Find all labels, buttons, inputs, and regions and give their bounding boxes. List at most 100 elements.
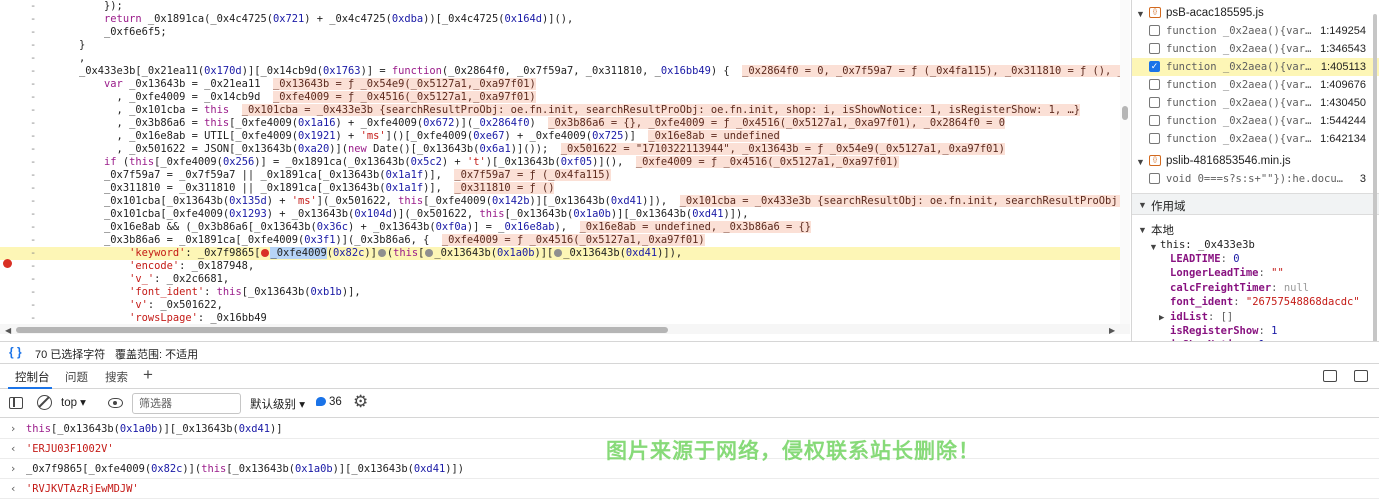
- code-line[interactable]: - }: [0, 39, 1130, 52]
- breakpoint-row[interactable]: function _0x2aea(){var… 1:544244: [1132, 112, 1379, 130]
- context-selector[interactable]: top ▾: [61, 395, 86, 409]
- close-drawer-icon[interactable]: [1354, 370, 1368, 382]
- line-gutter-mark[interactable]: -: [30, 143, 42, 156]
- breakpoint-checkbox[interactable]: [1149, 173, 1160, 184]
- line-gutter-mark[interactable]: -: [30, 208, 42, 221]
- line-gutter-mark[interactable]: -: [30, 65, 42, 78]
- scope-local-label[interactable]: 本地: [1151, 222, 1174, 238]
- line-gutter-mark[interactable]: -: [30, 195, 42, 208]
- scope-property-row[interactable]: isRegisterShow: 1: [1170, 325, 1278, 337]
- code-line[interactable]: - _0x433e3b[_0x21ea11(0x170d)][_0x14cb9d…: [0, 65, 1130, 78]
- code-line[interactable]: - ,: [0, 52, 1130, 65]
- code-line[interactable]: - 'v_': _0x2c6681,: [0, 273, 1130, 286]
- scope-property-row[interactable]: font_ident: "26757548868dacdc": [1170, 296, 1360, 308]
- breakpoint-row[interactable]: function _0x2aea(){var… 1:642134: [1132, 130, 1379, 148]
- code-line[interactable]: - _0x101cba[_0xfe4009(0x1293) + _0x13643…: [0, 208, 1130, 221]
- line-gutter-mark[interactable]: -: [30, 39, 42, 52]
- code-line[interactable]: - , _0x3b86a6 = this[_0xfe4009(0x1a16) +…: [0, 117, 1130, 130]
- line-gutter-mark[interactable]: -: [30, 117, 42, 130]
- inline-breakpoint-dot[interactable]: [377, 249, 386, 257]
- line-gutter-mark[interactable]: -: [30, 221, 42, 234]
- code-line[interactable]: - 'font_ident': this[_0x13643b(0xb1b)],: [0, 286, 1130, 299]
- breakpoint-checkbox[interactable]: [1149, 25, 1160, 36]
- live-expression-eye-icon[interactable]: [108, 398, 123, 408]
- scroll-left-arrow-icon[interactable]: ◀: [5, 326, 11, 335]
- code-line[interactable]: - 'encode': _0x187948,: [0, 260, 1130, 273]
- line-gutter-mark[interactable]: -: [30, 26, 42, 39]
- log-level-selector[interactable]: 默认级别 ▾: [250, 396, 305, 412]
- line-gutter-mark[interactable]: -: [30, 182, 42, 195]
- scope-this-row[interactable]: this: _0x433e3b: [1160, 239, 1255, 251]
- code-line[interactable]: - , _0x16e8ab = UTIL[_0xfe4009(0x1921) +…: [0, 130, 1130, 143]
- breakpoint-checkbox[interactable]: [1149, 97, 1160, 108]
- expand-arrow-icon[interactable]: ▶: [1159, 313, 1164, 323]
- code-line[interactable]: - , _0x101cba = this _0x101cba = _0x433e…: [0, 104, 1130, 117]
- code-line[interactable]: - , _0x501622 = JSON[_0x13643b(0xa20)](n…: [0, 143, 1130, 156]
- scope-property-row[interactable]: LEADTIME: 0: [1170, 253, 1240, 265]
- filter-input[interactable]: [132, 393, 241, 414]
- line-gutter-mark[interactable]: -: [30, 0, 42, 13]
- tab-search[interactable]: 搜索: [105, 369, 128, 385]
- line-gutter-mark[interactable]: -: [30, 299, 42, 312]
- paused-code-line[interactable]: - 'keyword': _0x7f9865[_0xfe4009(0x82c)]…: [0, 247, 1130, 260]
- breakpoint-row[interactable]: ✓ function _0x2aea(){var… 1:405113: [1132, 58, 1379, 76]
- scope-property-row[interactable]: ▶ idList: []: [1159, 311, 1233, 323]
- code-line[interactable]: - var _0x13643b = _0x21ea11 _0x13643b = …: [0, 78, 1130, 91]
- line-gutter-mark[interactable]: -: [30, 169, 42, 182]
- console-sidebar-toggle-icon[interactable]: [9, 397, 23, 409]
- sidebar-scroll-thumb[interactable]: [1373, 14, 1377, 350]
- code-line[interactable]: - _0xf6e6f5;: [0, 26, 1130, 39]
- inline-breakpoint-dot[interactable]: [554, 249, 563, 257]
- breakpoint-checkbox[interactable]: ✓: [1149, 61, 1160, 72]
- code-line[interactable]: - _0x3b86a6 = _0x1891ca[_0xfe4009(0x3f1)…: [0, 234, 1130, 247]
- breakpoint-file-name[interactable]: psB-acac185595.js: [1166, 7, 1264, 19]
- line-gutter-mark[interactable]: -: [30, 130, 42, 143]
- breakpoint-row[interactable]: function _0x2aea(){var… 1:409676: [1132, 76, 1379, 94]
- pretty-print-button[interactable]: { }: [9, 345, 22, 359]
- scope-section-header[interactable]: ▼ 作用域: [1132, 193, 1379, 215]
- expand-arrow-icon[interactable]: ▼: [1136, 9, 1145, 19]
- line-gutter-mark[interactable]: -: [30, 104, 42, 117]
- code-line[interactable]: - _0x7f59a7 = _0x7f59a7 || _0x1891ca[_0x…: [0, 169, 1130, 182]
- expand-arrow-icon[interactable]: ▼: [1138, 225, 1147, 235]
- breakpoint-checkbox[interactable]: [1149, 43, 1160, 54]
- issues-badge[interactable]: 36: [316, 396, 342, 408]
- line-gutter-mark[interactable]: -: [30, 247, 42, 260]
- line-gutter-mark[interactable]: -: [30, 273, 42, 286]
- add-tab-icon[interactable]: +: [143, 365, 153, 385]
- code-line[interactable]: - , _0xfe4009 = _0x14cb9d _0xfe4009 = ƒ …: [0, 91, 1130, 104]
- expand-arrow-icon[interactable]: ▼: [1149, 242, 1158, 252]
- editor-horizontal-scroll-thumb[interactable]: [16, 327, 668, 333]
- line-gutter-mark[interactable]: -: [30, 91, 42, 104]
- code-line[interactable]: - _0x16e8ab && (_0x3b86a6[_0x13643b(0x36…: [0, 221, 1130, 234]
- breakpoint-row[interactable]: function _0x2aea(){var… 1:430450: [1132, 94, 1379, 112]
- line-gutter-mark[interactable]: -: [30, 286, 42, 299]
- breakpoint-marker[interactable]: [3, 259, 12, 268]
- code-line[interactable]: - 'v': _0x501622,: [0, 299, 1130, 312]
- line-gutter-mark[interactable]: -: [30, 260, 42, 273]
- editor-vertical-scroll-thumb[interactable]: [1122, 106, 1128, 120]
- clear-console-icon[interactable]: [37, 395, 52, 410]
- line-gutter-mark[interactable]: -: [30, 13, 42, 26]
- code-line[interactable]: - return _0x1891ca(_0x4c4725(0x721) + _0…: [0, 13, 1130, 26]
- tab-issues[interactable]: 问题: [65, 369, 88, 385]
- console-result-message[interactable]: ‹ 'RVJKVTAzRjEwMDJW': [0, 479, 1379, 499]
- line-gutter-mark[interactable]: -: [30, 78, 42, 91]
- scroll-right-arrow-icon[interactable]: ▶: [1109, 326, 1115, 335]
- code-editor[interactable]: - }); - return _0x1891ca(_0x4c4725(0x721)…: [0, 0, 1130, 328]
- code-line[interactable]: - if (this[_0xfe4009(0x256)] = _0x1891ca…: [0, 156, 1130, 169]
- tab-console[interactable]: 控制台: [15, 369, 50, 385]
- code-line[interactable]: - _0x101cba[_0x13643b(0x135d) + 'ms'](_0…: [0, 195, 1130, 208]
- line-gutter-mark[interactable]: -: [30, 234, 42, 247]
- editor-vertical-scrollbar[interactable]: [1120, 0, 1130, 328]
- breakpoint-checkbox[interactable]: [1149, 115, 1160, 126]
- breakpoint-row[interactable]: void 0===s?s:s+""}):he.docu… 3: [1132, 170, 1379, 188]
- line-gutter-mark[interactable]: -: [30, 52, 42, 65]
- code-line[interactable]: - });: [0, 0, 1130, 13]
- inline-breakpoint-dot[interactable]: [261, 249, 270, 257]
- scope-property-row[interactable]: LongerLeadTime: "": [1170, 267, 1284, 279]
- breakpoint-checkbox[interactable]: [1149, 133, 1160, 144]
- breakpoint-row[interactable]: function _0x2aea(){var… 1:346543: [1132, 40, 1379, 58]
- inline-breakpoint-dot[interactable]: [425, 249, 434, 257]
- breakpoint-row[interactable]: function _0x2aea(){var… 1:149254: [1132, 22, 1379, 40]
